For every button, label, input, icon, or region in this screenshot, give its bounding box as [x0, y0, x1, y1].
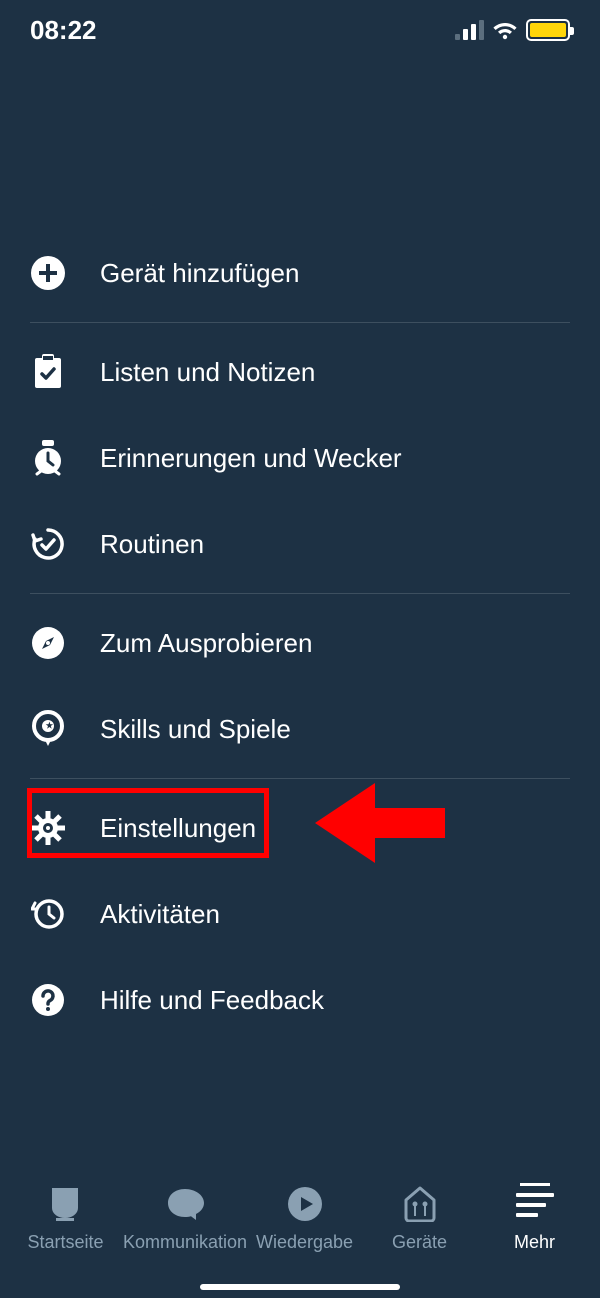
- menu-item-activity[interactable]: Aktivitäten: [30, 871, 570, 957]
- divider: [30, 778, 570, 779]
- clipboard-check-icon: [30, 354, 66, 390]
- nav-home[interactable]: Startseite: [8, 1186, 123, 1253]
- wifi-icon: [492, 20, 518, 40]
- menu-label: Listen und Notizen: [100, 357, 315, 388]
- nav-devices[interactable]: Geräte: [362, 1186, 477, 1253]
- help-icon: [30, 982, 66, 1018]
- menu-label: Zum Ausprobieren: [100, 628, 312, 659]
- home-icon: [48, 1186, 82, 1222]
- status-time: 08:22: [30, 15, 97, 46]
- menu-label: Routinen: [100, 529, 204, 560]
- divider: [30, 322, 570, 323]
- menu-label: Aktivitäten: [100, 899, 220, 930]
- menu-item-lists[interactable]: Listen und Notizen: [30, 329, 570, 415]
- history-icon: [30, 896, 66, 932]
- menu-label: Hilfe und Feedback: [100, 985, 324, 1016]
- more-menu: Gerät hinzufügen Listen und Notizen Erin…: [0, 60, 600, 1043]
- battery-icon: [526, 19, 570, 41]
- cellular-signal-icon: [455, 20, 484, 40]
- routines-icon: [30, 526, 66, 562]
- menu-item-reminders[interactable]: Erinnerungen und Wecker: [30, 415, 570, 501]
- menu-item-routines[interactable]: Routinen: [30, 501, 570, 587]
- nav-label: Geräte: [392, 1232, 447, 1253]
- menu-label: Erinnerungen und Wecker: [100, 443, 402, 474]
- devices-icon: [402, 1186, 438, 1222]
- skills-icon: [30, 711, 66, 747]
- nav-label: Kommunikation: [123, 1232, 247, 1253]
- bottom-nav: Startseite Kommunikation Wiedergabe Gerä…: [0, 1168, 600, 1298]
- menu-item-tryout[interactable]: Zum Ausprobieren: [30, 600, 570, 686]
- alarm-clock-icon: [30, 440, 66, 476]
- play-icon: [287, 1186, 323, 1222]
- status-indicators: [455, 19, 570, 41]
- nav-label: Wiedergabe: [256, 1232, 353, 1253]
- more-icon: [516, 1186, 554, 1222]
- menu-label: Einstellungen: [100, 813, 256, 844]
- compass-icon: [30, 625, 66, 661]
- menu-item-help[interactable]: Hilfe und Feedback: [30, 957, 570, 1043]
- annotation-arrow-icon: [315, 783, 445, 868]
- home-indicator[interactable]: [200, 1284, 400, 1290]
- plus-circle-icon: [30, 255, 66, 291]
- status-bar: 08:22: [0, 0, 600, 60]
- menu-label: Gerät hinzufügen: [100, 258, 299, 289]
- menu-item-skills[interactable]: Skills und Spiele: [30, 686, 570, 772]
- nav-label: Mehr: [514, 1232, 555, 1253]
- menu-label: Skills und Spiele: [100, 714, 291, 745]
- nav-play[interactable]: Wiedergabe: [247, 1186, 362, 1253]
- gear-icon: [30, 810, 66, 846]
- divider: [30, 593, 570, 594]
- nav-more[interactable]: Mehr: [477, 1186, 592, 1253]
- menu-item-add-device[interactable]: Gerät hinzufügen: [30, 230, 570, 316]
- menu-item-settings[interactable]: Einstellungen: [30, 785, 570, 871]
- nav-communication[interactable]: Kommunikation: [123, 1186, 247, 1253]
- chat-icon: [166, 1186, 204, 1222]
- nav-label: Startseite: [27, 1232, 103, 1253]
